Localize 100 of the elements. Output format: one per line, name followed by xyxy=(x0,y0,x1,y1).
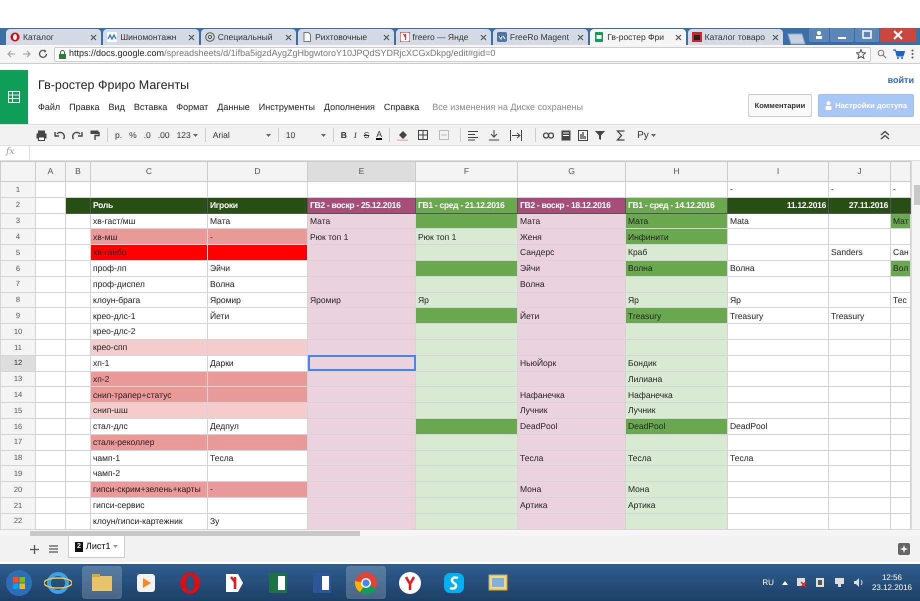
close-icon[interactable] xyxy=(90,34,98,40)
column-header[interactable]: G xyxy=(518,162,626,182)
column-header[interactable]: H xyxy=(626,162,728,182)
table-cell: Женя xyxy=(518,228,626,245)
menu-item[interactable]: Файл xyxy=(38,100,60,114)
redo-icon[interactable] xyxy=(72,130,83,140)
table-cell: крео-спп xyxy=(90,339,208,356)
table-cell: хв-ганбо xyxy=(90,244,208,260)
table-cell: крео-длс-1 xyxy=(90,308,208,324)
new-tab-button[interactable] xyxy=(785,33,807,45)
table-cell: - xyxy=(208,482,308,498)
paint-format-icon[interactable] xyxy=(90,130,100,140)
menu-item[interactable]: Вставка xyxy=(134,100,168,114)
close-icon[interactable] xyxy=(674,34,682,40)
browser-tab[interactable]: Специальный xyxy=(200,29,296,45)
reload-icon[interactable] xyxy=(38,49,48,59)
menu-item[interactable]: Справка xyxy=(384,100,420,114)
table-cell: Мата xyxy=(518,213,626,229)
menu-item[interactable]: Правка xyxy=(69,100,100,114)
search-icon[interactable] xyxy=(877,49,887,59)
minimize-icon[interactable] xyxy=(830,28,854,42)
document-title[interactable]: Гв-ростер Фриро Магенты xyxy=(38,76,730,95)
table-cell: Mata xyxy=(728,213,828,229)
menu-item[interactable]: Дополнения xyxy=(324,100,375,114)
close-icon[interactable] xyxy=(880,28,916,42)
table-cell: НьюЙорк xyxy=(518,355,626,372)
percent-button[interactable]: % xyxy=(129,128,137,142)
table-cell: ГВ1 - сред - 14.12.2016 xyxy=(626,197,728,214)
close-icon[interactable] xyxy=(382,34,390,40)
close-icon[interactable] xyxy=(577,34,584,40)
clock-time[interactable]: 12:56 xyxy=(872,572,912,582)
user-icon[interactable] xyxy=(809,28,829,42)
column-header[interactable]: F xyxy=(416,162,518,182)
table-cell: Волна xyxy=(728,260,828,276)
collapse-icon[interactable] xyxy=(880,130,890,140)
text-color-button[interactable]: A xyxy=(376,130,382,140)
sign-in-link[interactable]: войти xyxy=(888,74,914,88)
close-icon[interactable] xyxy=(188,34,195,40)
browser-tab[interactable]: FreeRo Magent xyxy=(492,29,588,45)
sheet-list-icon[interactable] xyxy=(49,545,58,553)
lock-icon xyxy=(59,50,66,58)
column-header[interactable]: A xyxy=(36,162,66,182)
cart-icon[interactable] xyxy=(893,49,905,59)
table-cell: Дарки xyxy=(208,355,308,372)
number-format-dropdown[interactable]: 123 xyxy=(176,128,198,142)
browser-tab[interactable]: Гв-ростер Фри xyxy=(590,29,686,45)
undo-icon[interactable] xyxy=(54,130,65,140)
table-cell: Мата xyxy=(208,213,308,229)
menu-item[interactable]: Инструменты xyxy=(258,100,315,114)
device-icon[interactable] xyxy=(814,577,826,588)
language-indicator[interactable]: RU xyxy=(762,576,774,588)
column-header[interactable]: I xyxy=(728,162,828,182)
column-header[interactable]: J xyxy=(828,162,890,182)
chart-icon[interactable] xyxy=(578,130,588,140)
table-cell: Нафанечка xyxy=(626,386,728,403)
clock-date[interactable]: 23.12.2016 xyxy=(872,582,912,592)
table-cell: Лучник xyxy=(518,402,626,418)
input-tools-button[interactable]: Ру xyxy=(637,128,656,142)
browser-tab[interactable]: Шиномонтажн xyxy=(103,29,199,45)
menu-item[interactable]: Вид xyxy=(108,100,125,114)
close-icon[interactable] xyxy=(285,34,292,40)
add-sheet-icon[interactable] xyxy=(30,544,39,554)
comment-icon[interactable] xyxy=(561,130,572,140)
tab-favicon xyxy=(204,32,215,42)
currency-button[interactable]: р. xyxy=(115,128,122,142)
caret-icon xyxy=(320,134,326,136)
close-icon[interactable] xyxy=(772,34,779,40)
increase-decimals-button[interactable]: .00 xyxy=(158,128,170,142)
browser-tab[interactable]: Рихтовочные xyxy=(298,29,394,45)
decrease-decimals-button[interactable]: .0 xyxy=(144,128,151,142)
star-icon[interactable] xyxy=(856,49,866,59)
font-dropdown[interactable]: Arial xyxy=(212,128,271,142)
column-header[interactable]: B xyxy=(66,162,90,182)
italic-button[interactable]: I xyxy=(354,128,357,142)
sheets-logo-icon[interactable] xyxy=(8,91,20,103)
bold-button[interactable]: B xyxy=(340,128,347,142)
table-cell: Лилиана xyxy=(626,371,728,387)
print-icon[interactable] xyxy=(36,130,47,140)
maximize-icon[interactable] xyxy=(855,28,879,42)
menu-icon[interactable] xyxy=(911,49,914,59)
browser-tab[interactable]: Каталог xyxy=(6,29,102,45)
close-icon[interactable] xyxy=(480,34,487,40)
browser-tab[interactable]: Каталог товаро xyxy=(688,29,783,45)
explore-icon[interactable] xyxy=(898,543,910,555)
table-cell: Тесла xyxy=(208,450,308,466)
font-size-dropdown[interactable]: 10 xyxy=(286,128,326,142)
corner-cell[interactable] xyxy=(0,162,36,182)
start-button[interactable] xyxy=(5,568,33,596)
address-field[interactable]: https://docs.google.com/spreadsheets/d/1ifba5igzdAygZgHbgwtoroY10JPQdSYDRjcXCGxDkpg/edit#gid=0 xyxy=(54,46,871,62)
tray-arrow-icon[interactable] xyxy=(782,580,788,584)
link-icon[interactable] xyxy=(543,130,554,140)
strikethrough-button[interactable]: S xyxy=(364,128,370,142)
column-header[interactable]: C xyxy=(90,162,208,182)
menu-item[interactable]: Формат xyxy=(176,100,208,114)
menu-item[interactable]: Данные xyxy=(217,100,250,114)
column-header[interactable]: E xyxy=(308,162,416,182)
scrollbar[interactable] xyxy=(911,161,920,529)
column-header[interactable]: D xyxy=(208,162,308,182)
browser-tab[interactable]: freero — Янде xyxy=(396,29,491,45)
volume-icon[interactable] xyxy=(852,577,864,588)
